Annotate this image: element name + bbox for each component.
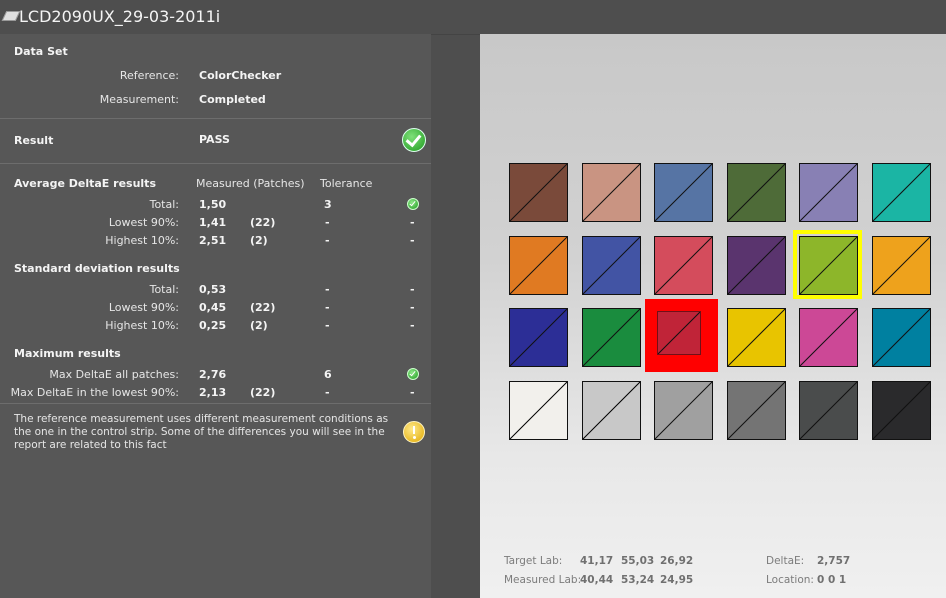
ok-check-icon <box>407 368 419 380</box>
stddev-heading: Standard deviation results <box>14 262 180 275</box>
hover-patch-highlight <box>793 230 862 299</box>
row-label: Highest 10%: <box>105 234 179 247</box>
pass-check-icon <box>402 128 426 152</box>
color-patch[interactable] <box>727 236 786 295</box>
row-tolerance: - <box>325 234 330 247</box>
reference-value: ColorChecker <box>199 69 282 82</box>
measured-a-value: 53,24 <box>621 574 655 586</box>
color-patch[interactable] <box>509 236 568 295</box>
row-label: Max DeltaE all patches: <box>49 368 179 381</box>
reference-label: Reference: <box>119 69 179 82</box>
row-tolerance: - <box>325 216 330 229</box>
color-patch[interactable] <box>872 163 931 222</box>
measured-column-header: Measured (Patches) <box>196 177 305 190</box>
color-patch[interactable] <box>582 163 641 222</box>
location-label: Location: <box>766 574 814 586</box>
result-label: Result <box>14 134 54 147</box>
measured-b-value: 24,95 <box>660 574 694 586</box>
measurement-value: Completed <box>199 93 266 106</box>
row-status: - <box>410 386 415 399</box>
report-panel: Data Set Reference: ColorChecker Measure… <box>0 34 431 598</box>
color-patch[interactable] <box>509 163 568 222</box>
window-title: LCD2090UX_29-03-2011i <box>19 7 221 26</box>
row-value: 0,25 <box>199 319 227 332</box>
color-patch[interactable] <box>799 308 858 367</box>
eraser-icon <box>1 11 21 21</box>
dataset-heading: Data Set <box>14 45 68 58</box>
row-tolerance: - <box>325 283 330 296</box>
colorchecker-view: Target Lab: 41,17 55,03 26,92 Measured L… <box>480 34 946 598</box>
color-patch[interactable] <box>654 163 713 222</box>
row-value: 1,50 <box>199 198 227 211</box>
average-heading: Average DeltaE results <box>14 177 156 190</box>
target-a-value: 55,03 <box>621 555 655 567</box>
color-patch[interactable] <box>582 308 641 367</box>
row-patches: (22) <box>250 301 276 314</box>
row-patches: (2) <box>250 234 268 247</box>
target-lab-label: Target Lab: <box>504 555 563 567</box>
measured-l-value: 40,44 <box>580 574 614 586</box>
measured-lab-label: Measured Lab: <box>504 574 582 586</box>
row-tolerance: - <box>325 301 330 314</box>
row-label: Lowest 90%: <box>108 216 179 229</box>
row-tolerance: - <box>325 386 330 399</box>
divider <box>0 118 431 119</box>
color-patch[interactable] <box>872 236 931 295</box>
color-patch[interactable] <box>799 163 858 222</box>
row-tolerance: 6 <box>324 368 332 381</box>
row-status: - <box>410 216 415 229</box>
color-patch[interactable] <box>727 381 786 440</box>
row-status: - <box>410 234 415 247</box>
row-value: 0,53 <box>199 283 227 296</box>
row-tolerance: 3 <box>324 198 332 211</box>
result-value: PASS <box>199 133 230 146</box>
ok-check-icon <box>407 198 419 210</box>
target-l-value: 41,17 <box>580 555 614 567</box>
color-patch[interactable] <box>727 163 786 222</box>
row-label: Highest 10%: <box>105 319 179 332</box>
target-b-value: 26,92 <box>660 555 694 567</box>
measurement-note: The reference measurement uses different… <box>14 413 389 451</box>
color-patch[interactable] <box>872 381 931 440</box>
color-patch[interactable] <box>654 236 713 295</box>
title-bar: LCD2090UX_29-03-2011i <box>0 0 946 35</box>
row-label: Max DeltaE in the lowest 90%: <box>10 386 179 399</box>
row-patches: (22) <box>250 386 276 399</box>
row-label: Total: <box>149 283 179 296</box>
row-patches: (22) <box>250 216 276 229</box>
location-value: 0 0 1 <box>817 574 847 586</box>
row-value: 1,41 <box>199 216 227 229</box>
divider <box>0 163 431 164</box>
row-value: 2,76 <box>199 368 227 381</box>
color-patch[interactable] <box>654 381 713 440</box>
color-patch[interactable] <box>799 381 858 440</box>
row-status: - <box>410 301 415 314</box>
deltae-label: DeltaE: <box>766 555 805 567</box>
row-patches: (2) <box>250 319 268 332</box>
color-patch[interactable] <box>872 308 931 367</box>
divider <box>0 403 431 404</box>
row-label: Lowest 90%: <box>108 301 179 314</box>
row-value: 2,51 <box>199 234 227 247</box>
color-patch[interactable] <box>657 311 701 355</box>
row-value: 2,13 <box>199 386 227 399</box>
deltae-value: 2,757 <box>817 555 851 567</box>
color-patch[interactable] <box>509 381 568 440</box>
row-status: - <box>410 283 415 296</box>
row-label: Total: <box>149 198 179 211</box>
row-status: - <box>410 319 415 332</box>
maximum-heading: Maximum results <box>14 347 121 360</box>
color-patch[interactable] <box>509 308 568 367</box>
measurement-label: Measurement: <box>99 93 179 106</box>
color-patch[interactable] <box>582 381 641 440</box>
color-patch[interactable] <box>582 236 641 295</box>
color-patch[interactable] <box>727 308 786 367</box>
row-value: 0,45 <box>199 301 227 314</box>
tolerance-column-header: Tolerance <box>320 177 373 190</box>
row-tolerance: - <box>325 319 330 332</box>
warning-icon <box>403 421 425 443</box>
